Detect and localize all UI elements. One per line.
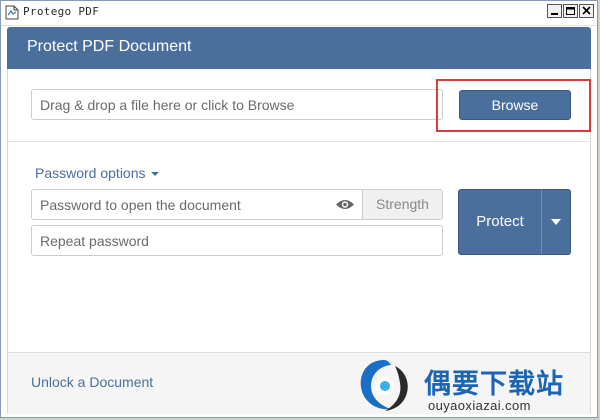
file-drop-input[interactable] bbox=[31, 89, 443, 120]
caret-down-icon bbox=[551, 219, 561, 225]
watermark-url: ouyaoxiazai.com bbox=[428, 398, 531, 413]
dialog-title: Protect PDF Document bbox=[27, 38, 192, 55]
watermark-text: 偶要下载站 bbox=[424, 369, 564, 400]
browse-button[interactable]: Browse bbox=[459, 90, 571, 120]
password-options-label: Password options bbox=[35, 165, 146, 181]
close-icon bbox=[582, 6, 591, 15]
minimize-button[interactable] bbox=[547, 4, 562, 18]
watermark-logo-icon bbox=[355, 356, 413, 414]
repeat-password-input[interactable] bbox=[31, 225, 443, 256]
caret-down-icon bbox=[150, 172, 159, 177]
title-bar: Protego PDF bbox=[1, 1, 597, 26]
window-title: Protego PDF bbox=[23, 5, 100, 18]
dialog-header: Protect PDF Document bbox=[7, 27, 591, 69]
password-field-group: Strength bbox=[31, 189, 443, 220]
minimize-icon bbox=[551, 13, 558, 15]
pdf-file-icon bbox=[5, 5, 19, 20]
maximize-button[interactable] bbox=[563, 4, 578, 18]
password-options-toggle[interactable]: Password options bbox=[35, 165, 159, 181]
open-password-input[interactable] bbox=[32, 190, 332, 219]
protect-dropdown-button[interactable] bbox=[541, 189, 571, 255]
maximize-icon bbox=[566, 7, 575, 15]
strength-indicator: Strength bbox=[362, 190, 442, 219]
close-button[interactable] bbox=[579, 4, 594, 18]
protect-button[interactable]: Protect bbox=[458, 189, 542, 255]
unlock-document-link[interactable]: Unlock a Document bbox=[31, 374, 153, 390]
eye-icon[interactable] bbox=[335, 197, 355, 212]
section-divider bbox=[8, 141, 590, 142]
